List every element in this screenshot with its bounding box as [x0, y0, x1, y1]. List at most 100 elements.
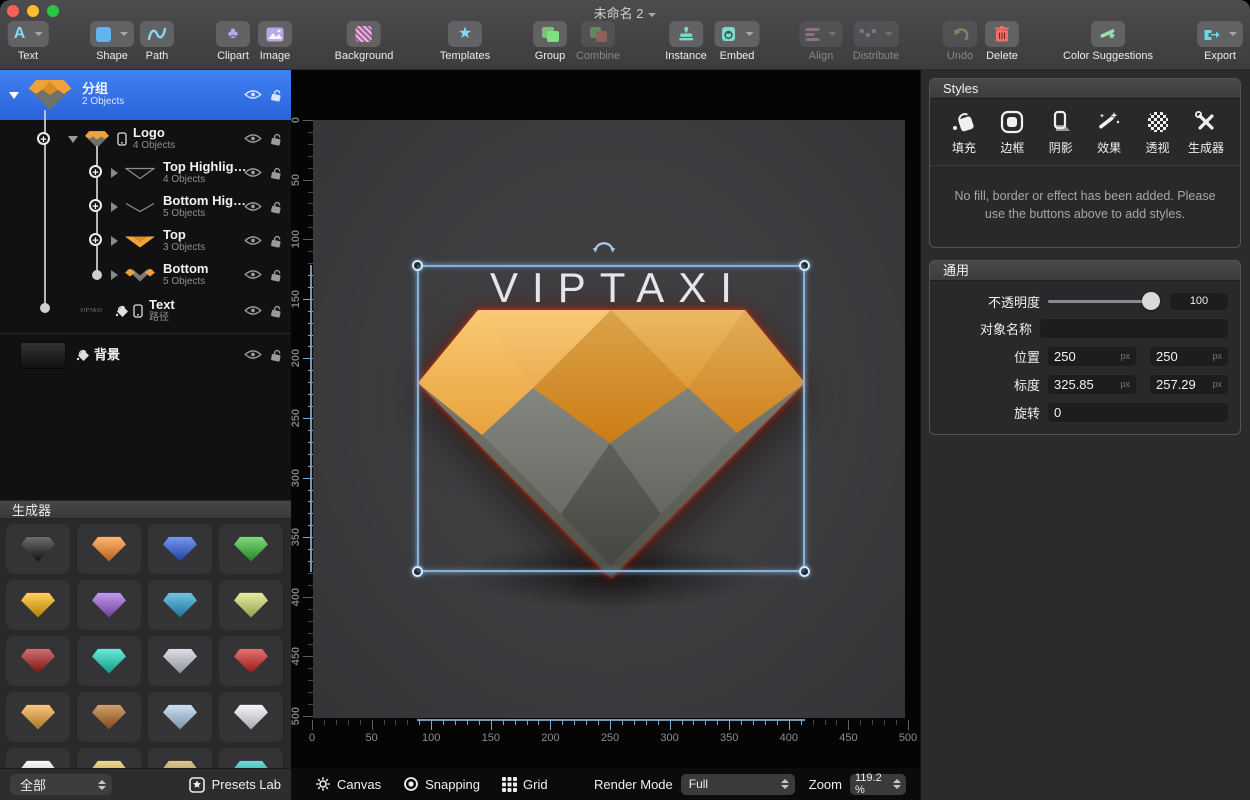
tree-expand-node-icon[interactable]: +: [89, 199, 102, 212]
tree-expand-node-icon[interactable]: +: [89, 233, 102, 246]
toolbar-button-instance[interactable]: Instance: [665, 21, 707, 62]
preset-filter-select[interactable]: 全部: [10, 774, 112, 795]
selection-handle[interactable]: [412, 566, 423, 577]
selection-rectangle[interactable]: [417, 265, 805, 572]
add-shadow-button[interactable]: 阴影: [1039, 109, 1083, 156]
eye-icon[interactable]: [244, 201, 262, 212]
gold-arch-gem: [92, 761, 126, 769]
position-y-field[interactable]: 250px: [1150, 347, 1228, 366]
snapping-toggle[interactable]: Snapping: [403, 776, 480, 792]
orange-gem: [21, 705, 55, 730]
slider-knob[interactable]: [1142, 292, 1160, 310]
eye-icon[interactable]: [244, 269, 262, 280]
add-border-button[interactable]: 边框: [990, 109, 1034, 156]
preset-fire-gem[interactable]: [77, 524, 141, 574]
eye-icon[interactable]: [244, 167, 262, 178]
toolbar-button-path[interactable]: Path: [140, 21, 174, 62]
scale-label: 标度: [940, 375, 1040, 394]
canvas-settings-button[interactable]: Canvas: [315, 776, 381, 792]
preset-ice-blue-gem[interactable]: [148, 692, 212, 742]
ruler-selection-highlight: [310, 265, 312, 572]
disclosure-closed-icon[interactable]: [111, 236, 118, 246]
scale-x-field[interactable]: 325.85px: [1048, 375, 1136, 394]
preset-ruby-gem[interactable]: [219, 636, 283, 686]
toolbar-button-background[interactable]: Background: [335, 21, 394, 62]
opacity-slider[interactable]: [1048, 291, 1160, 311]
eye-icon[interactable]: [244, 235, 262, 246]
color-wand-icon: [1099, 26, 1117, 42]
disclosure-closed-icon[interactable]: [111, 202, 118, 212]
preset-crimson-gem[interactable]: [6, 636, 70, 686]
toolbar-button-shape[interactable]: Shape: [90, 21, 134, 62]
grid-toggle[interactable]: Grid: [502, 777, 548, 792]
object-name-input[interactable]: [1040, 319, 1228, 338]
preset-green-burst-gem[interactable]: [219, 524, 283, 574]
preset-cyan-sketch-gem[interactable]: [148, 580, 212, 630]
document-title[interactable]: 未命名 2: [0, 3, 1250, 22]
layer-row-background[interactable]: 背景: [0, 338, 291, 372]
unlock-icon[interactable]: [269, 87, 284, 102]
generator-tools-icon: [1193, 109, 1219, 135]
toolbar-button-delete[interactable]: Delete: [985, 21, 1019, 62]
unlock-icon[interactable]: [269, 233, 284, 248]
unlock-icon[interactable]: [269, 165, 284, 180]
disclosure-closed-icon[interactable]: [111, 168, 118, 178]
preset-violet-glow-gem[interactable]: [77, 580, 141, 630]
selection-handle[interactable]: [412, 260, 423, 271]
presets-lab-button[interactable]: Presets Lab: [189, 777, 281, 793]
rotate-handle-icon[interactable]: [590, 236, 618, 254]
toolbar-button-export[interactable]: Export: [1197, 21, 1243, 62]
preset-diamond-white-gem[interactable]: [219, 692, 283, 742]
disclosure-closed-icon[interactable]: [111, 270, 118, 280]
toolbar-label: Image: [260, 50, 291, 62]
templates-icon: ★: [458, 26, 472, 42]
preset-ember-gem[interactable]: [77, 692, 141, 742]
unlock-icon[interactable]: [269, 267, 284, 282]
toolbar-button-group[interactable]: Group: [533, 21, 567, 62]
preset-amber-glow-gem[interactable]: [6, 580, 70, 630]
preset-aqua-gem[interactable]: [219, 748, 283, 768]
add-perspective-button[interactable]: 透视: [1136, 109, 1180, 156]
preset-black-gem[interactable]: [6, 524, 70, 574]
opacity-value-field[interactable]: 100: [1170, 293, 1228, 310]
fire-gem: [92, 537, 126, 562]
preset-white-crown-gem[interactable]: [6, 748, 70, 768]
toolbar-button-color-suggestions[interactable]: Color Suggestions: [1063, 21, 1153, 62]
preset-antique-gold-gem[interactable]: [148, 748, 212, 768]
eye-icon[interactable]: [244, 89, 262, 100]
preset-teal-gem[interactable]: [77, 636, 141, 686]
toolbar-button-text[interactable]: A Text: [8, 21, 49, 62]
tree-expand-node-icon[interactable]: +: [37, 132, 50, 145]
zoom-stepper[interactable]: 119.2 %: [850, 774, 906, 795]
toolbar-button-templates[interactable]: ★ Templates: [440, 21, 490, 62]
disclosure-open-icon[interactable]: [9, 92, 19, 99]
position-x-field[interactable]: 250px: [1048, 347, 1136, 366]
selection-handle[interactable]: [799, 566, 810, 577]
add-effect-button[interactable]: 效果: [1087, 109, 1131, 156]
eye-icon[interactable]: [244, 305, 262, 316]
eye-icon[interactable]: [244, 133, 262, 144]
toolbar-button-embed[interactable]: Embed: [715, 21, 760, 62]
canvas-area[interactable]: VIPTAXI 050100150200250300350400450500 0…: [291, 70, 920, 800]
preset-blue-gem[interactable]: [148, 524, 212, 574]
preset-gold-arch-gem[interactable]: [77, 748, 141, 768]
add-generator-button[interactable]: 生成器: [1184, 109, 1228, 156]
selection-handle[interactable]: [799, 260, 810, 271]
preset-silver-sketch-gem[interactable]: [148, 636, 212, 686]
toolbar-button-clipart[interactable]: ♣ Clipart: [216, 21, 250, 62]
preset-orange-gem[interactable]: [6, 692, 70, 742]
eye-icon[interactable]: [244, 349, 262, 360]
disclosure-open-icon[interactable]: [68, 136, 78, 143]
scale-y-field[interactable]: 257.29px: [1150, 375, 1228, 394]
toolbar-button-image[interactable]: Image: [258, 21, 292, 62]
unlock-icon[interactable]: [269, 347, 284, 362]
unlock-icon[interactable]: [269, 199, 284, 214]
render-mode-select[interactable]: Full: [681, 774, 795, 795]
unlock-icon[interactable]: [269, 131, 284, 146]
unlock-icon[interactable]: [269, 303, 284, 318]
rotation-field[interactable]: 0: [1048, 403, 1228, 422]
tree-expand-node-icon[interactable]: +: [89, 165, 102, 178]
cyan-sketch-gem: [163, 593, 197, 618]
add-fill-button[interactable]: 填充: [942, 109, 986, 156]
preset-lime-glow-gem[interactable]: [219, 580, 283, 630]
